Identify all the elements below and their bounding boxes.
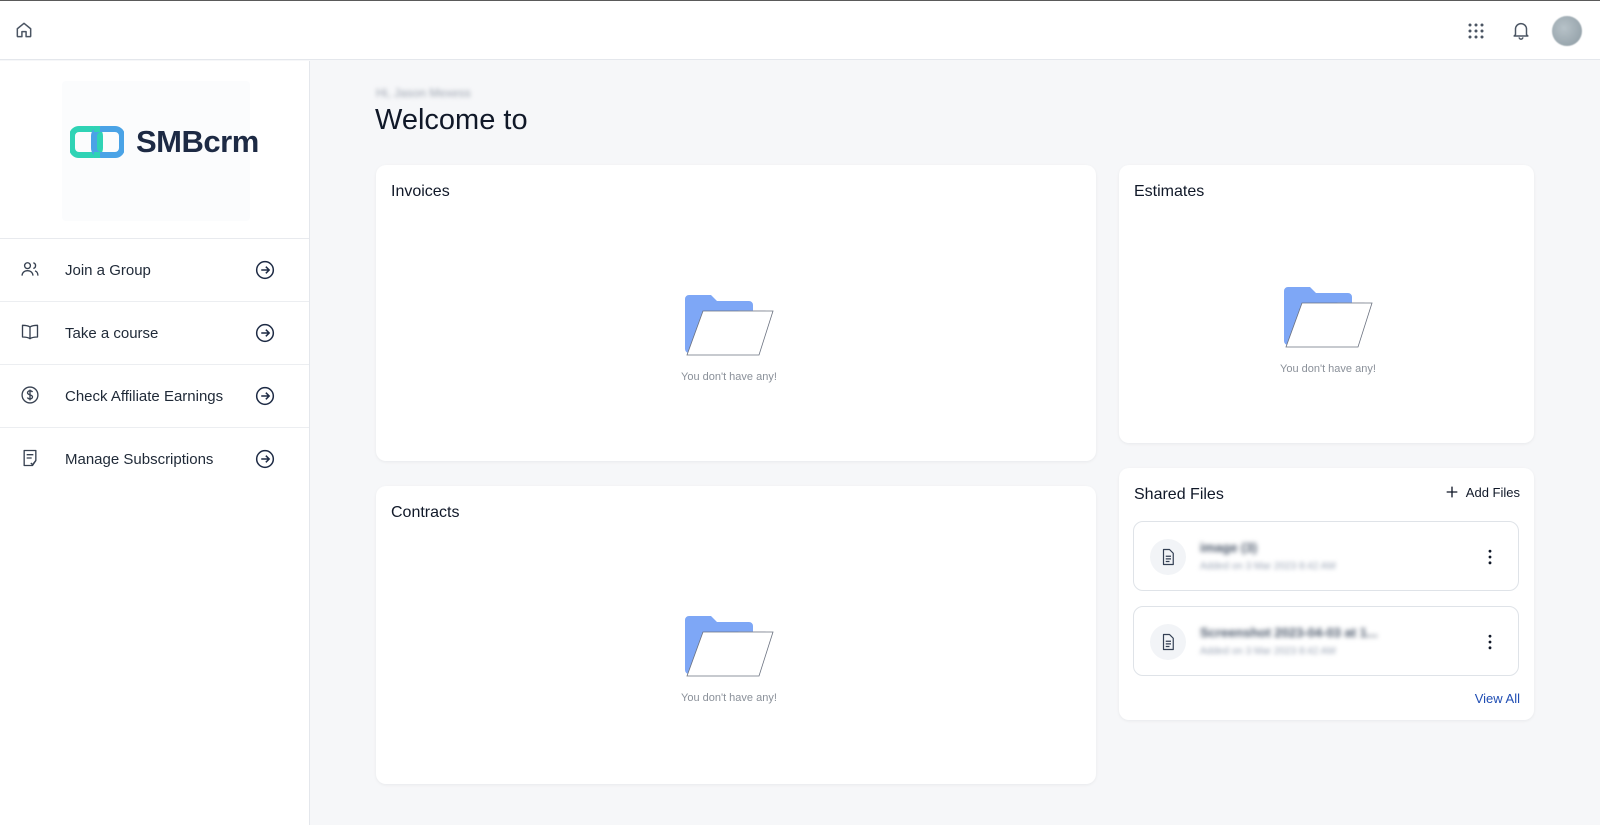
smbcrm-logo: SMBcrm [70, 124, 259, 160]
file-icon [1150, 624, 1186, 660]
dollar-icon [20, 385, 42, 407]
estimates-card: Estimates You don't have any! [1119, 165, 1534, 443]
file-name: Screenshot 2023-04-03 at 1... [1200, 625, 1378, 640]
logo-mark-icon [70, 126, 124, 158]
add-files-label: Add Files [1465, 484, 1520, 500]
bell-icon[interactable] [1510, 19, 1534, 43]
sidebar-item-label: Manage Subscriptions [65, 451, 214, 468]
user-avatar[interactable] [1552, 16, 1582, 46]
invoices-card: Invoices You don't have any! [376, 165, 1096, 461]
more-vertical-icon[interactable] [1480, 632, 1500, 652]
file-meta: Added on 3 Mar 2023 8:42 AM [1200, 646, 1336, 657]
home-icon[interactable] [12, 18, 36, 42]
logo-text: SMBcrm [136, 124, 259, 159]
sidebar-item-join-group[interactable]: Join a Group [0, 239, 309, 302]
file-row[interactable]: Screenshot 2023-04-03 at 1... Added on 3… [1133, 606, 1519, 676]
empty-folder-icon [684, 295, 774, 356]
page-title: Welcome to [375, 104, 528, 136]
sidebar-item-label: Take a course [65, 324, 159, 342]
more-vertical-icon[interactable] [1480, 547, 1500, 567]
empty-message: You don't have any! [681, 692, 777, 704]
file-row[interactable]: image (3) Added on 3 Mar 2023 8:42 AM [1133, 521, 1519, 591]
logo-area: SMBcrm [0, 61, 309, 239]
empty-state: You don't have any! [681, 293, 777, 383]
empty-message: You don't have any! [681, 371, 777, 383]
sidebar-item-take-course[interactable]: Take a course [0, 302, 309, 365]
file-name: image (3) [1200, 540, 1258, 555]
file-meta: Added on 3 Mar 2023 8:42 AM [1200, 561, 1336, 572]
plus-icon [1446, 486, 1458, 498]
contracts-card: Contracts You don't have any! [376, 486, 1096, 784]
subscription-icon [20, 448, 42, 470]
shared-files-card: Shared Files Add Files image (3) Added o… [1119, 468, 1534, 720]
card-title: Contracts [391, 504, 460, 521]
apps-grid-icon[interactable] [1464, 19, 1488, 43]
breadcrumb: Hi, Jason Mexess [376, 86, 471, 100]
empty-folder-icon [1283, 287, 1373, 348]
arrow-circle-right-icon[interactable] [255, 323, 276, 344]
empty-state: You don't have any! [681, 614, 777, 704]
sidebar-item-affiliate-earnings[interactable]: Check Affiliate Earnings [0, 365, 309, 428]
card-title: Shared Files [1134, 486, 1224, 503]
sidebar-item-label: Check Affiliate Earnings [65, 387, 224, 405]
empty-message: You don't have any! [1280, 363, 1376, 375]
empty-folder-icon [684, 616, 774, 677]
sidebar: SMBcrm Join a Group Take a course Check … [0, 61, 310, 825]
sidebar-item-label: Join a Group [65, 261, 151, 279]
arrow-circle-right-icon[interactable] [255, 386, 276, 407]
empty-state: You don't have any! [1280, 285, 1376, 375]
arrow-circle-right-icon[interactable] [255, 260, 276, 281]
top-bar [0, 0, 1600, 60]
card-title: Estimates [1134, 183, 1205, 200]
view-all-link[interactable]: View All [1475, 691, 1520, 706]
file-icon [1150, 539, 1186, 575]
card-title: Invoices [391, 183, 450, 200]
users-icon [20, 259, 42, 281]
arrow-circle-right-icon[interactable] [255, 449, 276, 470]
book-icon [20, 322, 42, 344]
add-files-button[interactable]: Add Files [1444, 484, 1520, 500]
sidebar-menu: Join a Group Take a course Check Affilia… [0, 239, 309, 491]
sidebar-item-manage-subscriptions[interactable]: Manage Subscriptions [0, 428, 309, 491]
